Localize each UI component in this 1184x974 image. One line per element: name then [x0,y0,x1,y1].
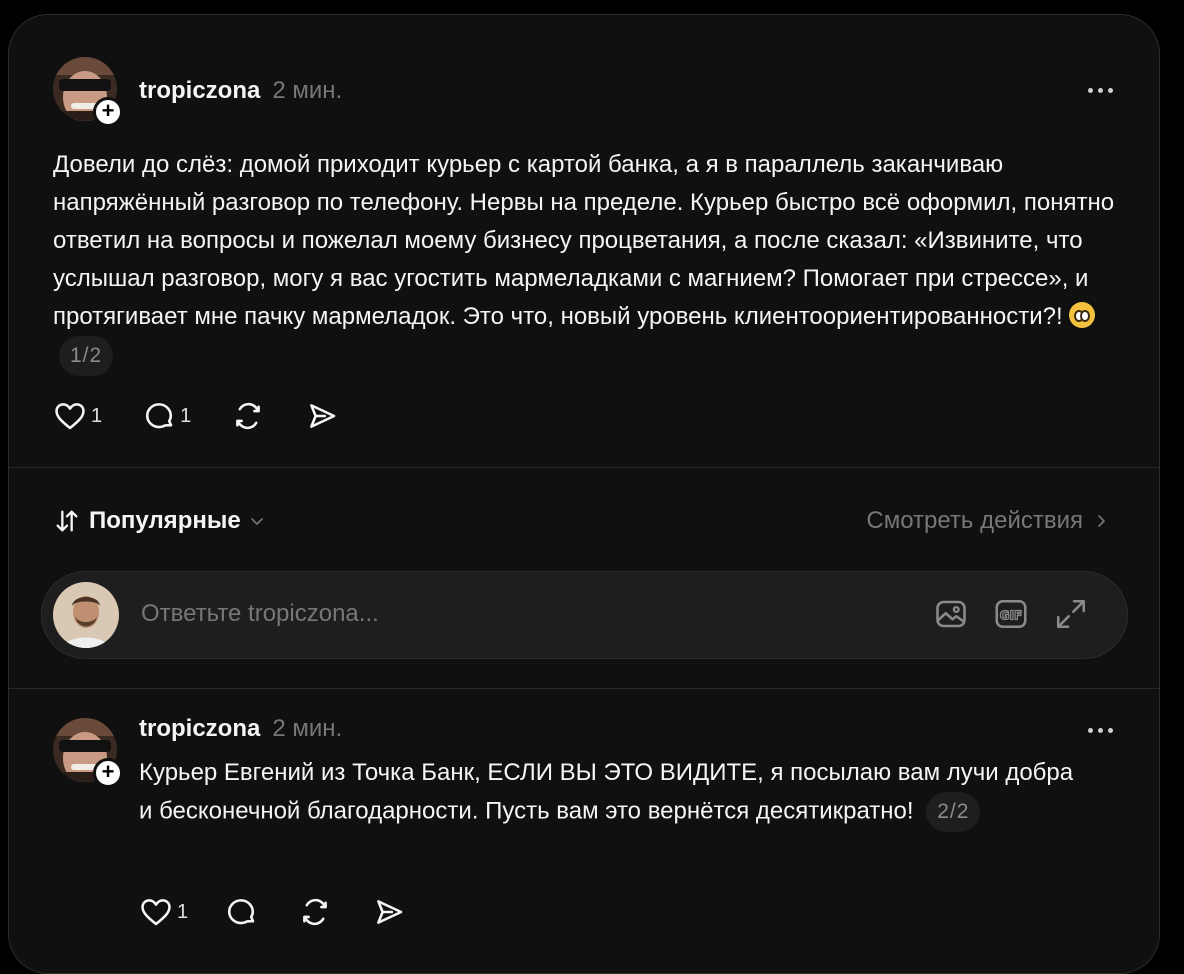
post-actions: 1 1 [53,399,379,433]
reply-time: 2 мин. [272,715,343,742]
reply-input[interactable]: Ответьте tropiczona... [141,600,379,628]
image-icon[interactable] [933,596,969,632]
expand-icon[interactable] [1053,596,1089,632]
reply-author-line: tropiczona 2 мин. [139,715,342,743]
author-username[interactable]: tropiczona [139,77,260,105]
post-text: Довели до слёз: домой приходит курьер с … [53,151,1115,330]
like-count: 1 [91,404,103,427]
author-line: tropiczona 2 мин. [139,77,342,105]
reply-count: 1 [180,404,192,427]
repost-icon [303,898,328,926]
chevron-right-icon [1098,515,1105,527]
plus-icon: + [101,759,115,784]
repost-button[interactable] [298,895,332,929]
reply-composer[interactable]: Ответьте tropiczona... GIF [41,571,1128,659]
repost-button[interactable] [231,399,265,433]
comment-button[interactable]: 1 [142,399,191,433]
follow-button[interactable]: + [93,97,123,127]
comment-icon [146,403,173,429]
current-user-avatar [53,582,119,648]
gif-icon[interactable]: GIF [993,596,1029,632]
chevron-down-icon [250,518,263,525]
plus-icon: + [101,98,115,123]
share-icon [377,900,403,924]
like-button[interactable]: 1 [139,895,188,929]
reply-body: Курьер Евгений из Точка Банк, ЕСЛИ ВЫ ЭТ… [139,754,1079,832]
more-dots-icon[interactable] [1088,728,1113,733]
author-avatar[interactable]: + [53,57,123,127]
divider [9,467,1159,468]
follow-button[interactable]: + [93,758,123,788]
comment-icon [228,899,255,925]
reply-author-avatar[interactable]: + [53,718,123,788]
more-dots-icon[interactable] [1088,88,1113,93]
view-activity-label: Смотреть действия [866,507,1083,534]
comment-button[interactable] [224,895,258,929]
current-user-avatar-image [53,582,119,648]
thread-pager: 2/2 [926,792,981,832]
view-activity-link[interactable]: Смотреть действия [866,507,1109,535]
share-button[interactable] [372,895,406,929]
repost-icon [236,402,261,430]
post-time: 2 мин. [272,77,343,104]
sort-selector[interactable]: Популярные [53,507,265,535]
reply-actions: 1 [139,895,446,929]
like-count: 1 [177,900,189,923]
divider [9,688,1159,689]
composer-tools: GIF [933,596,1089,632]
heart-icon [141,899,171,926]
post-body: Довели до слёз: домой приходит курьер с … [53,146,1123,376]
pleading-face-emoji [1069,302,1096,328]
share-button[interactable] [305,399,339,433]
sort-label: Популярные [89,507,241,534]
like-button[interactable]: 1 [53,399,102,433]
thread-card: + tropiczona 2 мин. Довели до слёз: домо… [8,14,1160,974]
reply-author-username[interactable]: tropiczona [139,715,260,743]
heart-icon [55,403,85,430]
share-icon [310,404,336,428]
svg-text:GIF: GIF [1000,608,1023,622]
thread-pager: 1/2 [59,336,114,376]
sort-arrows-icon [56,510,78,532]
